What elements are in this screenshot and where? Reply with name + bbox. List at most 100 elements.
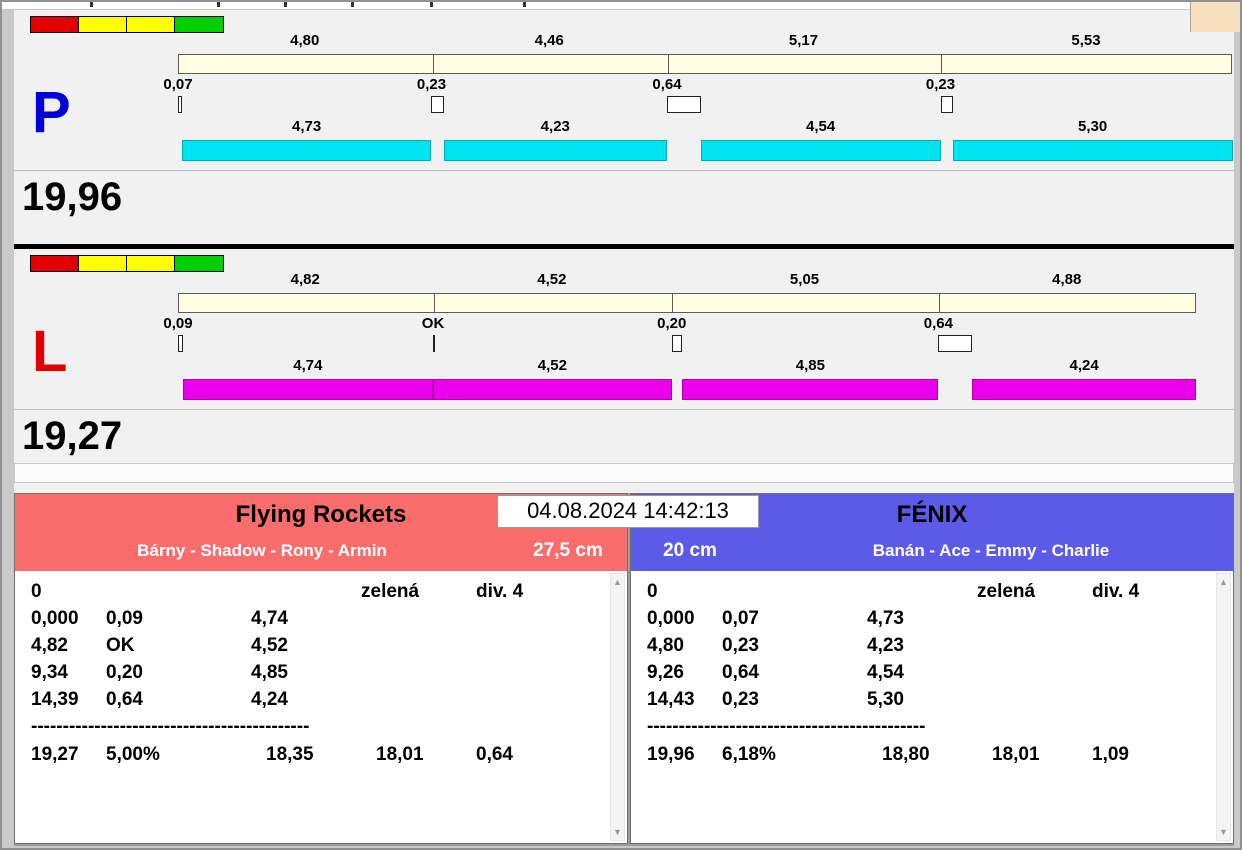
- status-strip: [14, 457, 1234, 493]
- results-rows: 0zelenádiv. 40,0000,074,734,800,234,239,…: [647, 581, 1211, 771]
- table-cell: 5,30: [867, 689, 904, 711]
- table-cell: 14,43: [647, 689, 695, 711]
- lane-P-section: 4,804,465,175,530,074,730,234,230,644,54…: [14, 10, 1234, 244]
- table-cell: 18,80: [882, 744, 930, 766]
- table-cell: 4,73: [867, 608, 904, 630]
- run-time-label: 5,30: [1078, 118, 1107, 135]
- table-cell: zelená: [977, 581, 1035, 603]
- jump-height-label: 27,5 cm: [509, 540, 627, 562]
- results-rows: 0zelenádiv. 40,0000,094,744,82OK4,529,34…: [31, 581, 605, 771]
- clipped-menu-mark: [351, 2, 354, 7]
- split-bar: [178, 293, 1196, 313]
- table-cell: ----------------------------------------…: [647, 716, 925, 738]
- leg-row: 9,340,204,85: [31, 662, 605, 689]
- background-window-fragment: [1190, 2, 1240, 32]
- results-area: Flying Rockets Bárny - Shadow - Rony - A…: [14, 493, 1234, 846]
- table-cell: 0,23: [722, 635, 759, 657]
- run-time-label: 4,24: [1070, 357, 1099, 374]
- split-separator: [433, 55, 434, 73]
- scroll-up-icon[interactable]: ▲: [611, 577, 624, 587]
- leg-row: 4,82OK4,52: [31, 635, 605, 662]
- table-cell: 6,18%: [722, 744, 776, 766]
- table-cell: 0,20: [106, 662, 143, 684]
- split-separator: [941, 55, 942, 73]
- scroll-down-icon[interactable]: ▼: [611, 827, 624, 837]
- run-segment: [953, 140, 1233, 161]
- start-light-cell: [127, 256, 175, 271]
- loss-marker: [672, 335, 683, 352]
- table-cell: ----------------------------------------…: [31, 716, 309, 738]
- dog-names: Banán - Ace - Emmy - Charlie: [749, 541, 1233, 561]
- loss-marker: [178, 335, 183, 352]
- split-time-label: 5,17: [789, 32, 818, 49]
- team-subheader: 20 cm Banán - Ace - Emmy - Charlie: [631, 530, 1233, 571]
- table-cell: 0: [647, 581, 658, 603]
- table-cell: 0,000: [31, 608, 79, 630]
- vertical-scrollbar[interactable]: ▲ ▼: [1216, 573, 1231, 841]
- table-cell: div. 4: [1092, 581, 1139, 603]
- start-light-cell: [31, 256, 79, 271]
- table-cell: 9,34: [31, 662, 68, 684]
- run-time-label: 4,23: [541, 118, 570, 135]
- split-separator: [668, 55, 669, 73]
- lane-P-total-time: 19,96: [14, 170, 1234, 244]
- leg-row: 14,43 0,23 5,30: [647, 689, 1211, 716]
- team-panel-left: Flying Rockets Bárny - Shadow - Rony - A…: [14, 493, 628, 844]
- table-cell: 4,24: [251, 689, 288, 711]
- start-light-cell: [79, 256, 127, 271]
- loss-time-label: 0,23: [926, 76, 955, 93]
- loss-time-label: 0,07: [163, 76, 192, 93]
- status-field: [14, 463, 1234, 483]
- table-cell: 0,09: [106, 608, 143, 630]
- split-time-label: 4,52: [537, 271, 566, 288]
- totals-row: 19,966,18%18,8018,011,09: [647, 744, 1211, 771]
- lane-P-timing-track: 4,804,465,175,530,074,730,234,230,644,54…: [178, 10, 1232, 168]
- lane-L-timing-track: 4,824,525,054,880,094,74OK4,520,204,850,…: [178, 249, 1232, 407]
- totals-row: 19,275,00%18,3518,010,64: [31, 744, 605, 771]
- table-cell: 18,35: [266, 744, 314, 766]
- clipped-menu-mark: [284, 2, 287, 7]
- separator-row: ----------------------------------------…: [31, 716, 605, 744]
- table-cell: 0,07: [722, 608, 759, 630]
- loss-time-label: OK: [422, 315, 445, 332]
- scroll-up-icon[interactable]: ▲: [1217, 577, 1230, 587]
- run-segment: [701, 140, 941, 161]
- loss-marker: [667, 96, 701, 113]
- start-light-cell: [31, 17, 79, 32]
- vertical-scrollbar[interactable]: ▲ ▼: [610, 573, 625, 841]
- run-time-label: 4,73: [292, 118, 321, 135]
- table-cell: 4,74: [251, 608, 288, 630]
- run-segment: [433, 379, 672, 400]
- dog-names: Bárny - Shadow - Rony - Armin: [15, 541, 509, 561]
- loss-time-label: 0,09: [163, 315, 192, 332]
- table-cell: 0,64: [476, 744, 513, 766]
- table-cell: 4,54: [867, 662, 904, 684]
- results-text-area: 0zelenádiv. 40,0000,094,744,82OK4,529,34…: [15, 571, 627, 843]
- split-separator: [939, 294, 940, 312]
- lane-L-total-time: 19,27: [14, 409, 1234, 457]
- clipped-menu-mark: [217, 2, 220, 7]
- table-cell: 18,01: [376, 744, 424, 766]
- results-text-area: 0zelenádiv. 40,0000,074,734,800,234,239,…: [631, 571, 1233, 843]
- loss-time-label: 0,23: [417, 76, 446, 93]
- split-time-label: 4,80: [290, 32, 319, 49]
- table-cell: 4,23: [867, 635, 904, 657]
- table-cell: 0,64: [106, 689, 143, 711]
- table-cell: 4,82: [31, 635, 68, 657]
- table-cell: 0,23: [722, 689, 759, 711]
- clipped-menu-mark: [90, 2, 93, 7]
- clipped-menu-mark: [523, 2, 526, 7]
- start-light-cell: [127, 17, 175, 32]
- run-segment: [972, 379, 1196, 400]
- split-separator: [672, 294, 673, 312]
- leg-row: 4,800,234,23: [647, 635, 1211, 662]
- leg-row: 14,390,644,24: [31, 689, 605, 716]
- table-cell: 0,000: [647, 608, 695, 630]
- team-subheader: Bárny - Shadow - Rony - Armin 27,5 cm: [15, 530, 627, 571]
- scroll-down-icon[interactable]: ▼: [1217, 827, 1230, 837]
- table-cell: 4,52: [251, 635, 288, 657]
- loss-time-label: 0,64: [924, 315, 953, 332]
- start-light-cell: [79, 17, 127, 32]
- table-cell: div. 4: [476, 581, 523, 603]
- leg-row: 9,260,644,54: [647, 662, 1211, 689]
